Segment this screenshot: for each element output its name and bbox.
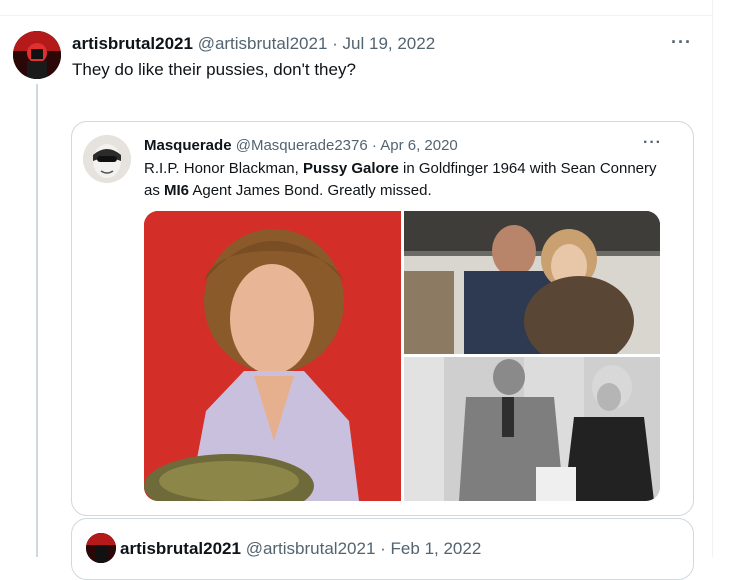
quoted-author-handle[interactable]: @Masquerade2376 [236, 137, 368, 154]
timeline-divider [0, 15, 712, 16]
next-quoted-author-avatar[interactable] [86, 533, 116, 563]
quoted-tweet-date[interactable]: Apr 6, 2020 [380, 137, 458, 154]
author-name[interactable]: artisbrutal2021 [72, 34, 193, 53]
media-grid [144, 211, 660, 501]
tweet-text: They do like their pussies, don't they? [72, 60, 356, 79]
next-quoted-tweet-date[interactable]: Feb 1, 2022 [391, 539, 482, 558]
separator-dot: · [332, 34, 338, 53]
quoted-text-bold: MI6 [164, 182, 190, 199]
thread-line [36, 84, 38, 557]
quoted-author-avatar[interactable] [83, 135, 131, 183]
media-photo-bw[interactable] [404, 357, 660, 501]
separator-dot: · [380, 539, 386, 558]
timeline-border [712, 0, 713, 557]
quoted-text-part: R.I.P. Honor Blackman, [144, 160, 303, 177]
next-quoted-author-handle[interactable]: @artisbrutal2021 [246, 539, 376, 558]
quoted-text-bold: Pussy Galore [302, 160, 399, 177]
more-options-icon[interactable]: ··· [671, 32, 692, 53]
media-photo-portrait[interactable] [144, 211, 401, 501]
author-handle[interactable]: @artisbrutal2021 [198, 34, 328, 53]
quoted-more-options-icon[interactable]: ··· [643, 134, 662, 152]
media-photo-couple[interactable] [404, 211, 660, 354]
next-quoted-author-name[interactable]: artisbrutal2021 [120, 539, 241, 558]
next-quoted-tweet-header: artisbrutal2021 @artisbrutal2021 · Feb 1… [120, 539, 481, 559]
quoted-author-name[interactable]: Masquerade [144, 137, 232, 154]
quoted-text-part: Agent James Bond. Greatly missed. [189, 182, 432, 199]
tweet-header: artisbrutal2021 @artisbrutal2021 · Jul 1… [72, 34, 435, 54]
author-avatar[interactable] [13, 31, 61, 79]
quoted-tweet-text: R.I.P. Honor Blackman, Pussy Galore in G… [144, 158, 664, 202]
quoted-tweet-header: Masquerade @Masquerade2376 · Apr 6, 2020 [144, 137, 458, 154]
tweet-date[interactable]: Jul 19, 2022 [343, 34, 436, 53]
separator-dot: · [371, 137, 377, 154]
